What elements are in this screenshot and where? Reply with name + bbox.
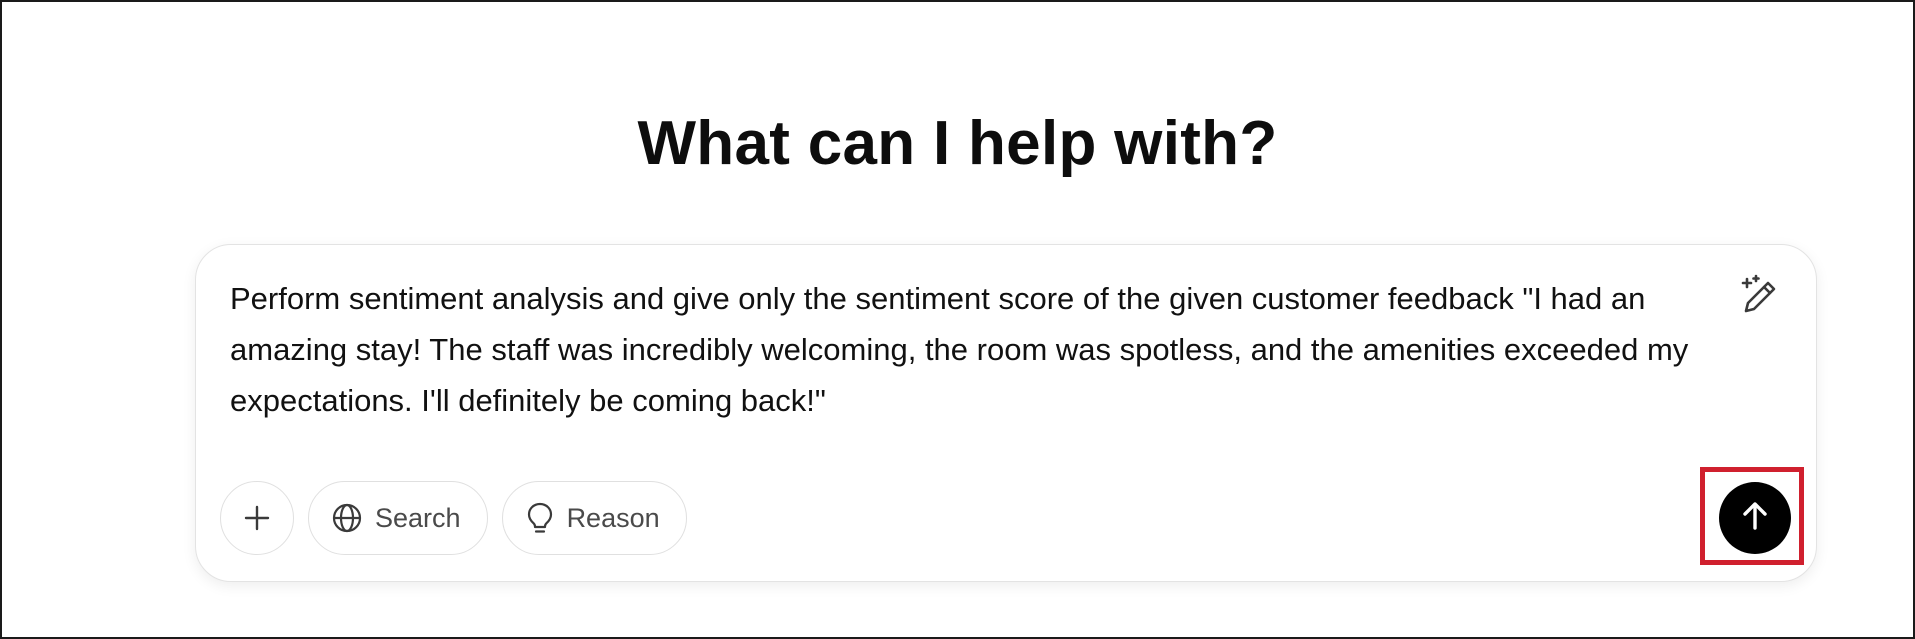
page-title: What can I help with? <box>637 109 1278 178</box>
reason-button[interactable]: Reason <box>501 481 687 555</box>
prompt-composer[interactable]: Perform sentiment analysis and give only… <box>195 244 1817 582</box>
arrow-up-icon <box>1738 499 1772 538</box>
search-button[interactable]: Search <box>308 481 488 555</box>
search-button-label: Search <box>375 502 461 533</box>
add-attachment-button[interactable] <box>220 481 294 555</box>
globe-icon <box>331 502 363 534</box>
prompt-input[interactable]: Perform sentiment analysis and give only… <box>230 273 1730 426</box>
plus-icon <box>242 503 272 533</box>
composer-toolbar: Search Reason <box>220 481 687 555</box>
send-button[interactable] <box>1719 482 1791 554</box>
magic-pencil-icon[interactable] <box>1738 273 1782 317</box>
lightbulb-icon <box>525 501 555 535</box>
app-window: What can I help with? Perform sentiment … <box>0 0 1915 639</box>
reason-button-label: Reason <box>566 502 660 533</box>
